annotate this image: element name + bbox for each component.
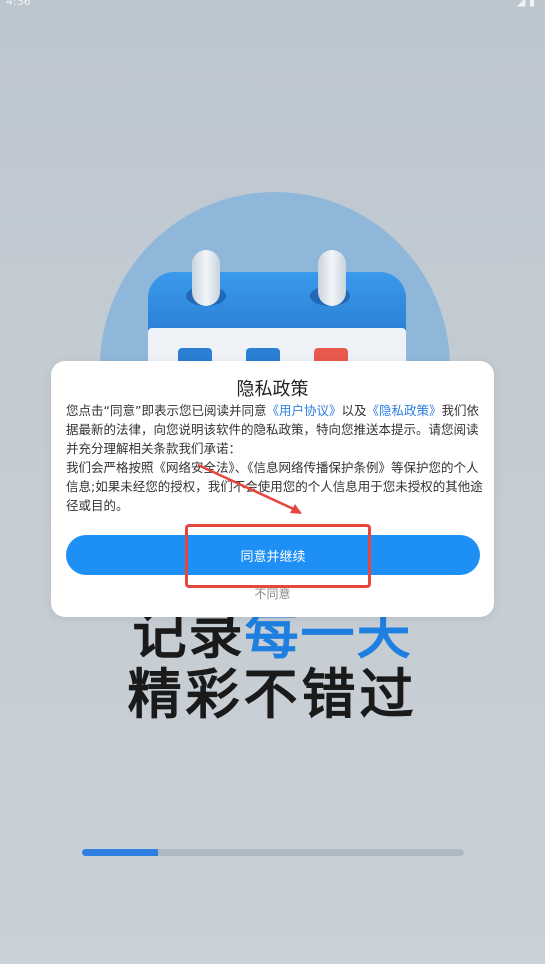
loading-progress-bar bbox=[82, 849, 464, 856]
status-bar: 4:36 ◢ ▮ bbox=[0, 0, 545, 8]
status-time: 4:36 bbox=[6, 0, 31, 8]
slogan-line-2: 精彩不错过 bbox=[127, 663, 418, 726]
privacy-policy-link[interactable]: 《隐私政策》 bbox=[366, 403, 441, 418]
calendar-ring-right bbox=[318, 250, 346, 306]
dialog-body: 您点击“同意”即表示您已阅读并同意《用户协议》以及《隐私政策》我们依据最新的法律… bbox=[66, 401, 484, 515]
paragraph-text: 您点击“同意”即表示您已阅读并同意 bbox=[66, 403, 267, 418]
calendar-header bbox=[148, 272, 406, 334]
paragraph-text: 以及 bbox=[341, 403, 367, 418]
privacy-dialog: 隐私政策 您点击“同意”即表示您已阅读并同意《用户协议》以及《隐私政策》我们依据… bbox=[51, 361, 494, 617]
agree-continue-button[interactable]: 同意并继续 bbox=[66, 535, 480, 575]
user-agreement-link[interactable]: 《用户协议》 bbox=[266, 403, 341, 418]
dialog-paragraph-2: 我们会严格按照《网络安全法》、《信息网络传播保护条例》等保护您的个人信息;如果未… bbox=[66, 460, 483, 513]
disagree-button[interactable]: 不同意 bbox=[51, 585, 494, 602]
calendar-ring-left bbox=[192, 250, 220, 306]
signal-battery-icon: ◢ ▮ bbox=[516, 0, 535, 8]
loading-progress-fill bbox=[82, 849, 159, 856]
dialog-title: 隐私政策 bbox=[236, 379, 309, 400]
dialog-paragraph-1: 您点击“同意”即表示您已阅读并同意《用户协议》以及《隐私政策》我们依据最新的法律… bbox=[66, 401, 484, 458]
